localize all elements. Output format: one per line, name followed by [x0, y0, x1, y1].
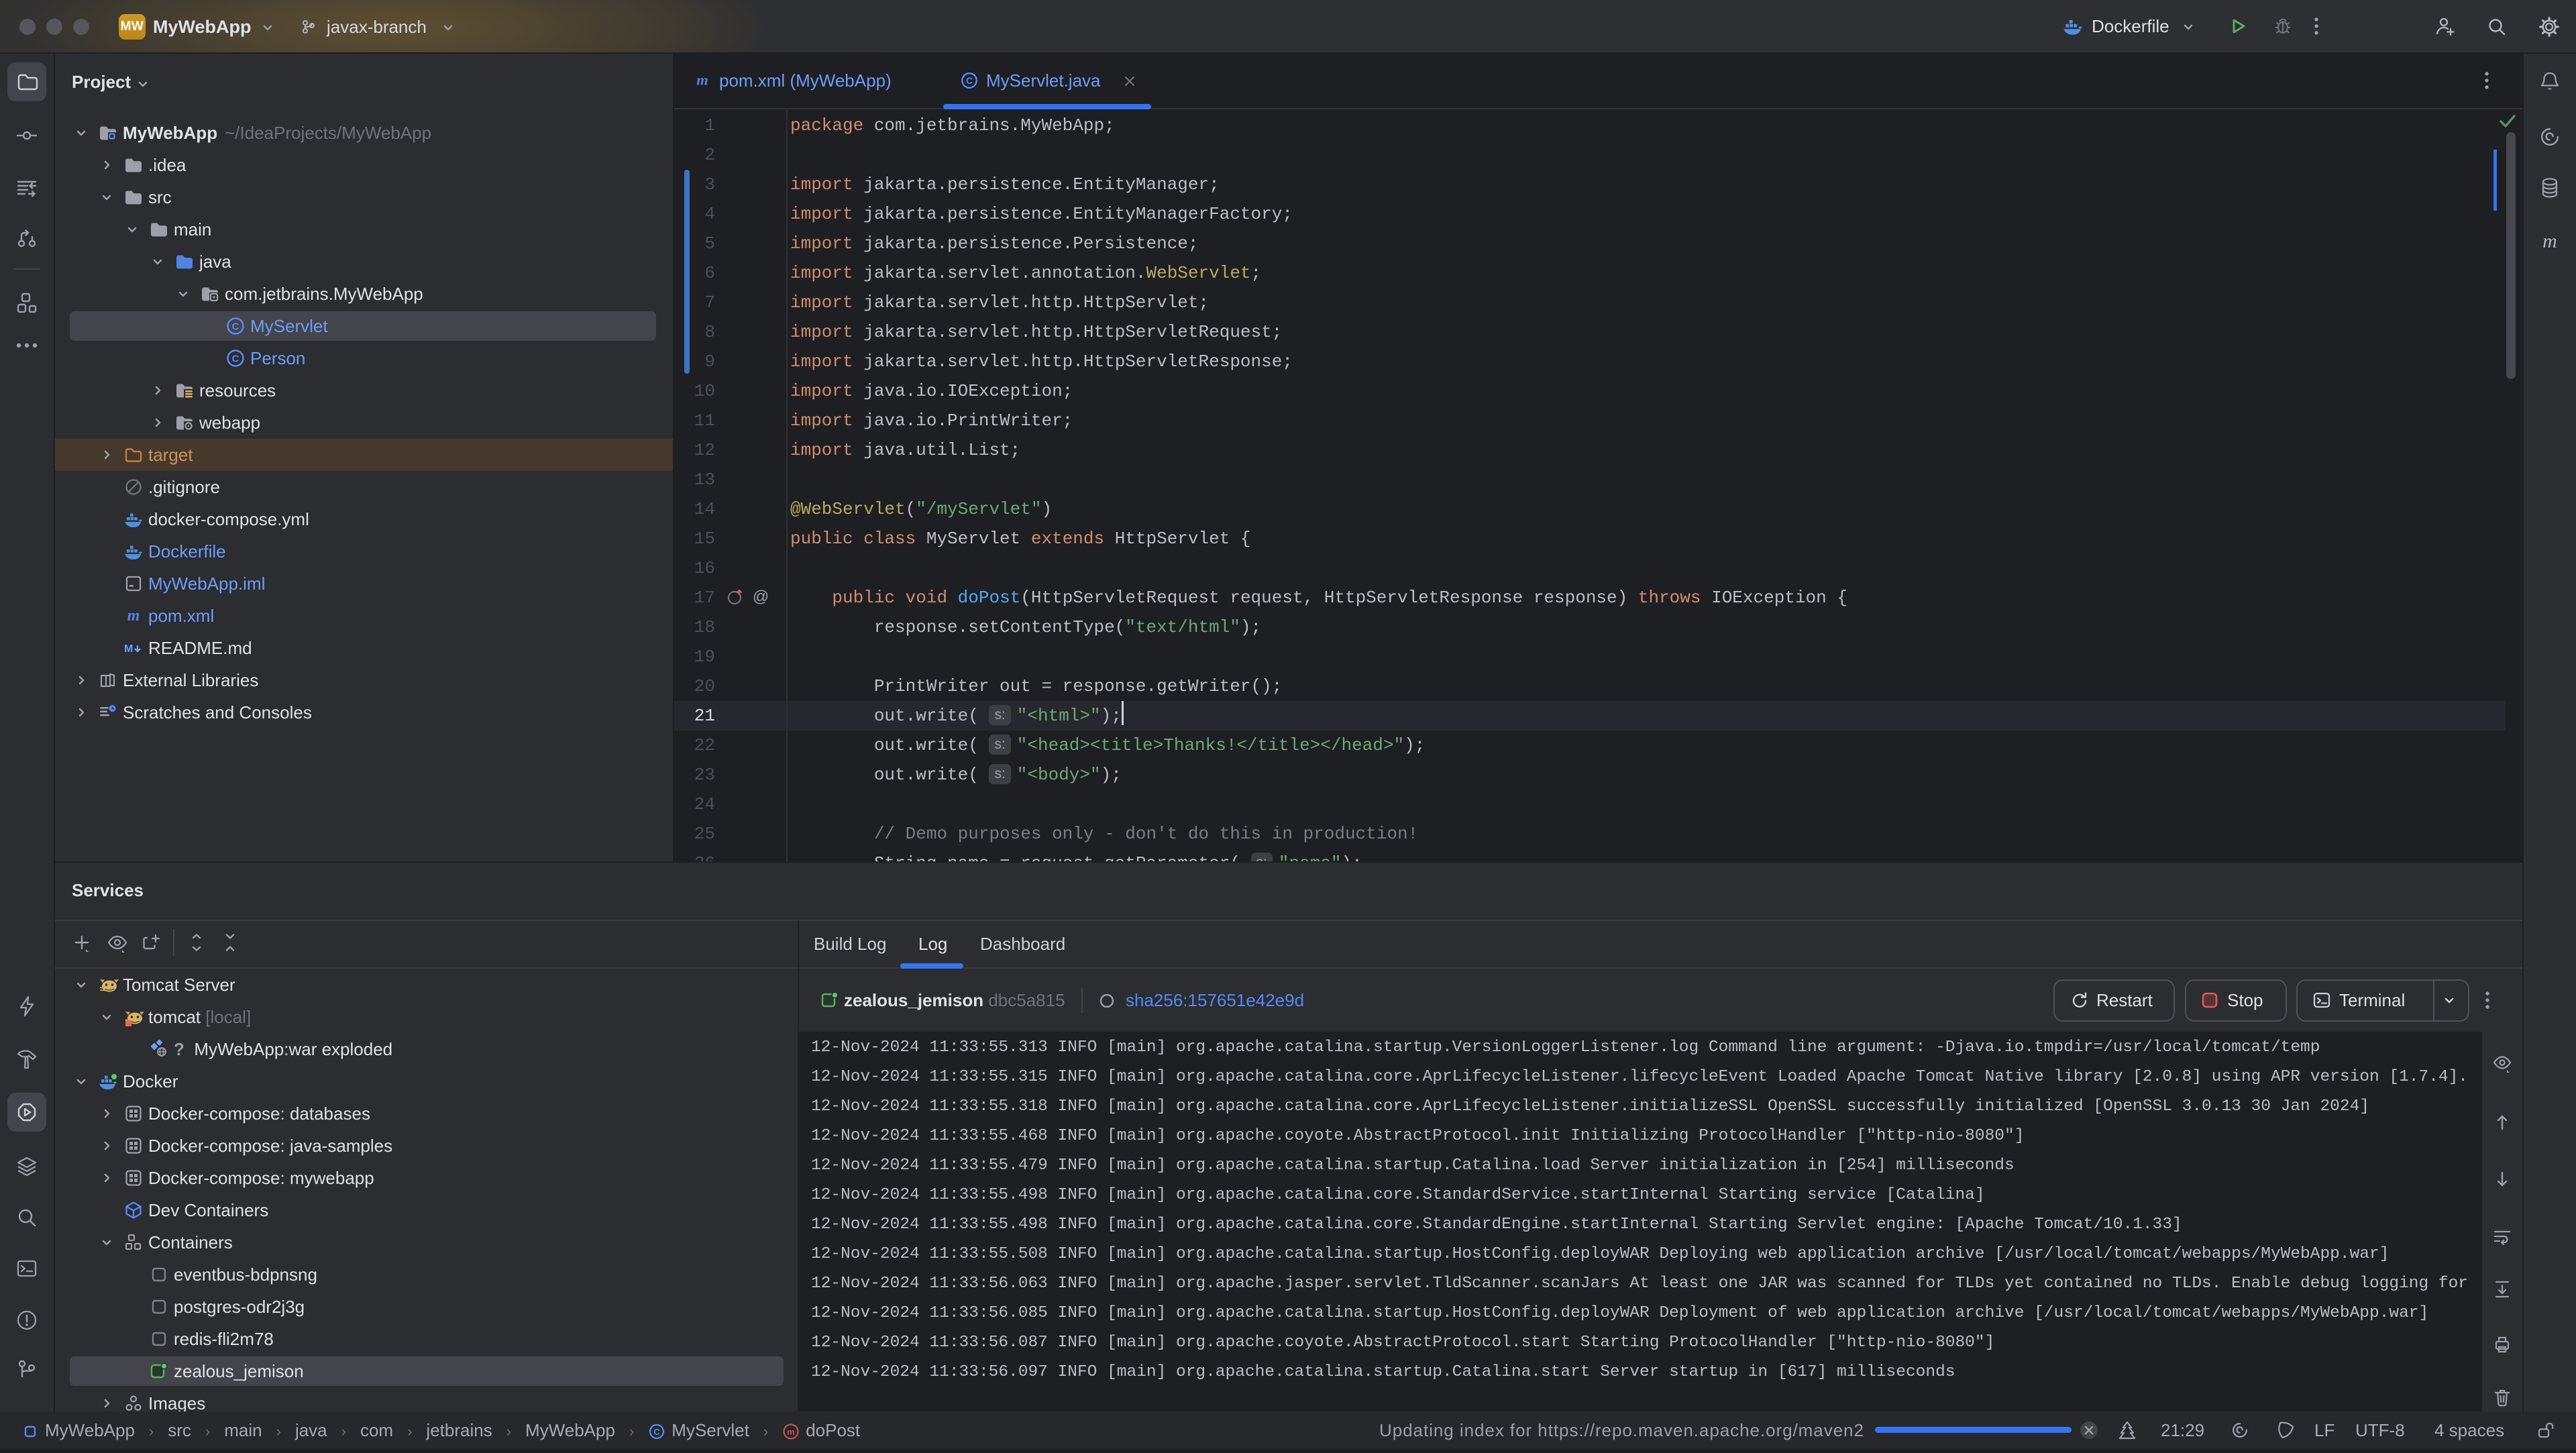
svg-text:m: m	[2542, 230, 2557, 252]
svg-text:C: C	[654, 1427, 661, 1437]
svg-text:C: C	[232, 354, 239, 365]
svg-text:m: m	[787, 1427, 795, 1437]
svg-text:M: M	[124, 643, 133, 655]
svg-text:C: C	[232, 321, 239, 333]
svg-text:@: @	[753, 588, 769, 606]
svg-text:m: m	[127, 607, 140, 625]
